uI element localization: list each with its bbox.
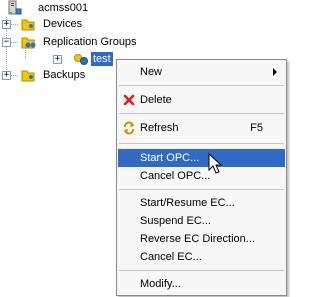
folder-icon <box>21 70 35 82</box>
menu-separator <box>119 143 284 144</box>
tree-line <box>10 42 18 43</box>
menu-item-label: Start/Resume EC... <box>140 197 235 209</box>
expand-toggle[interactable]: + <box>53 55 62 64</box>
menu-separator <box>119 113 284 114</box>
tree-node-devices[interactable]: Devices <box>20 16 84 32</box>
menu-item-label: Reverse EC Direction... <box>140 233 255 245</box>
menu-item-delete[interactable]: Delete <box>118 91 285 109</box>
menu-item-suspend-ec[interactable]: Suspend EC... <box>118 212 285 230</box>
tree-node-backups[interactable]: Backups <box>20 67 87 83</box>
menu-item-label: Delete <box>140 94 172 106</box>
tree-line <box>10 24 18 25</box>
tree-node-root[interactable]: acmss001 <box>4 0 90 16</box>
tree-line <box>25 50 26 59</box>
menu-item-label: Start OPC... <box>140 152 200 164</box>
menu-item-start-opc[interactable]: Start OPC... <box>118 149 285 167</box>
menu-item-new[interactable]: New <box>118 63 285 81</box>
expand-toggle[interactable]: + <box>2 20 11 29</box>
tree-node-replication-groups[interactable]: Replication Groups <box>20 34 139 50</box>
menu-item-start-resume-ec[interactable]: Start/Resume EC... <box>118 194 285 212</box>
menu-item-modify[interactable]: Modify... <box>118 275 285 293</box>
folder-open-icon <box>21 37 36 49</box>
menu-item-shortcut: F5 <box>250 122 263 134</box>
expand-toggle[interactable]: + <box>2 71 11 80</box>
menu-item-label: Refresh <box>140 122 179 134</box>
menu-item-reverse-ec-direction[interactable]: Reverse EC Direction... <box>118 230 285 248</box>
tree-node-test[interactable]: test <box>72 51 113 67</box>
menu-item-label: Modify... <box>140 278 181 290</box>
tree-node-label: Devices <box>43 18 83 30</box>
menu-item-label: Suspend EC... <box>140 215 211 227</box>
tree-node-label: Replication Groups <box>43 36 137 48</box>
menu-separator <box>119 270 284 271</box>
refresh-icon <box>124 121 134 135</box>
replication-group-icon <box>74 54 88 65</box>
menu-item-label: New <box>140 66 163 78</box>
submenu-arrow-icon <box>273 68 277 76</box>
menu-item-refresh[interactable]: Refresh F5 <box>118 119 285 137</box>
tree-node-label: test <box>91 52 113 66</box>
context-menu: New Delete Refresh F5 Start OPC... Cance… <box>116 59 287 296</box>
menu-item-label: Cancel OPC... <box>140 170 211 182</box>
server-icon <box>8 0 22 15</box>
mouse-cursor-icon <box>208 153 222 174</box>
folder-icon <box>21 19 35 31</box>
tree-node-label: Backups <box>43 69 86 81</box>
tree-line <box>10 75 18 76</box>
menu-separator <box>119 85 284 86</box>
collapse-toggle[interactable]: − <box>2 38 11 47</box>
delete-icon <box>123 94 135 106</box>
tree-node-label: acmss001 <box>38 2 89 14</box>
menu-item-cancel-ec[interactable]: Cancel EC... <box>118 248 285 266</box>
menu-item-label: Cancel EC... <box>140 251 202 263</box>
menu-separator <box>119 189 284 190</box>
menu-item-cancel-opc[interactable]: Cancel OPC... <box>118 167 285 185</box>
